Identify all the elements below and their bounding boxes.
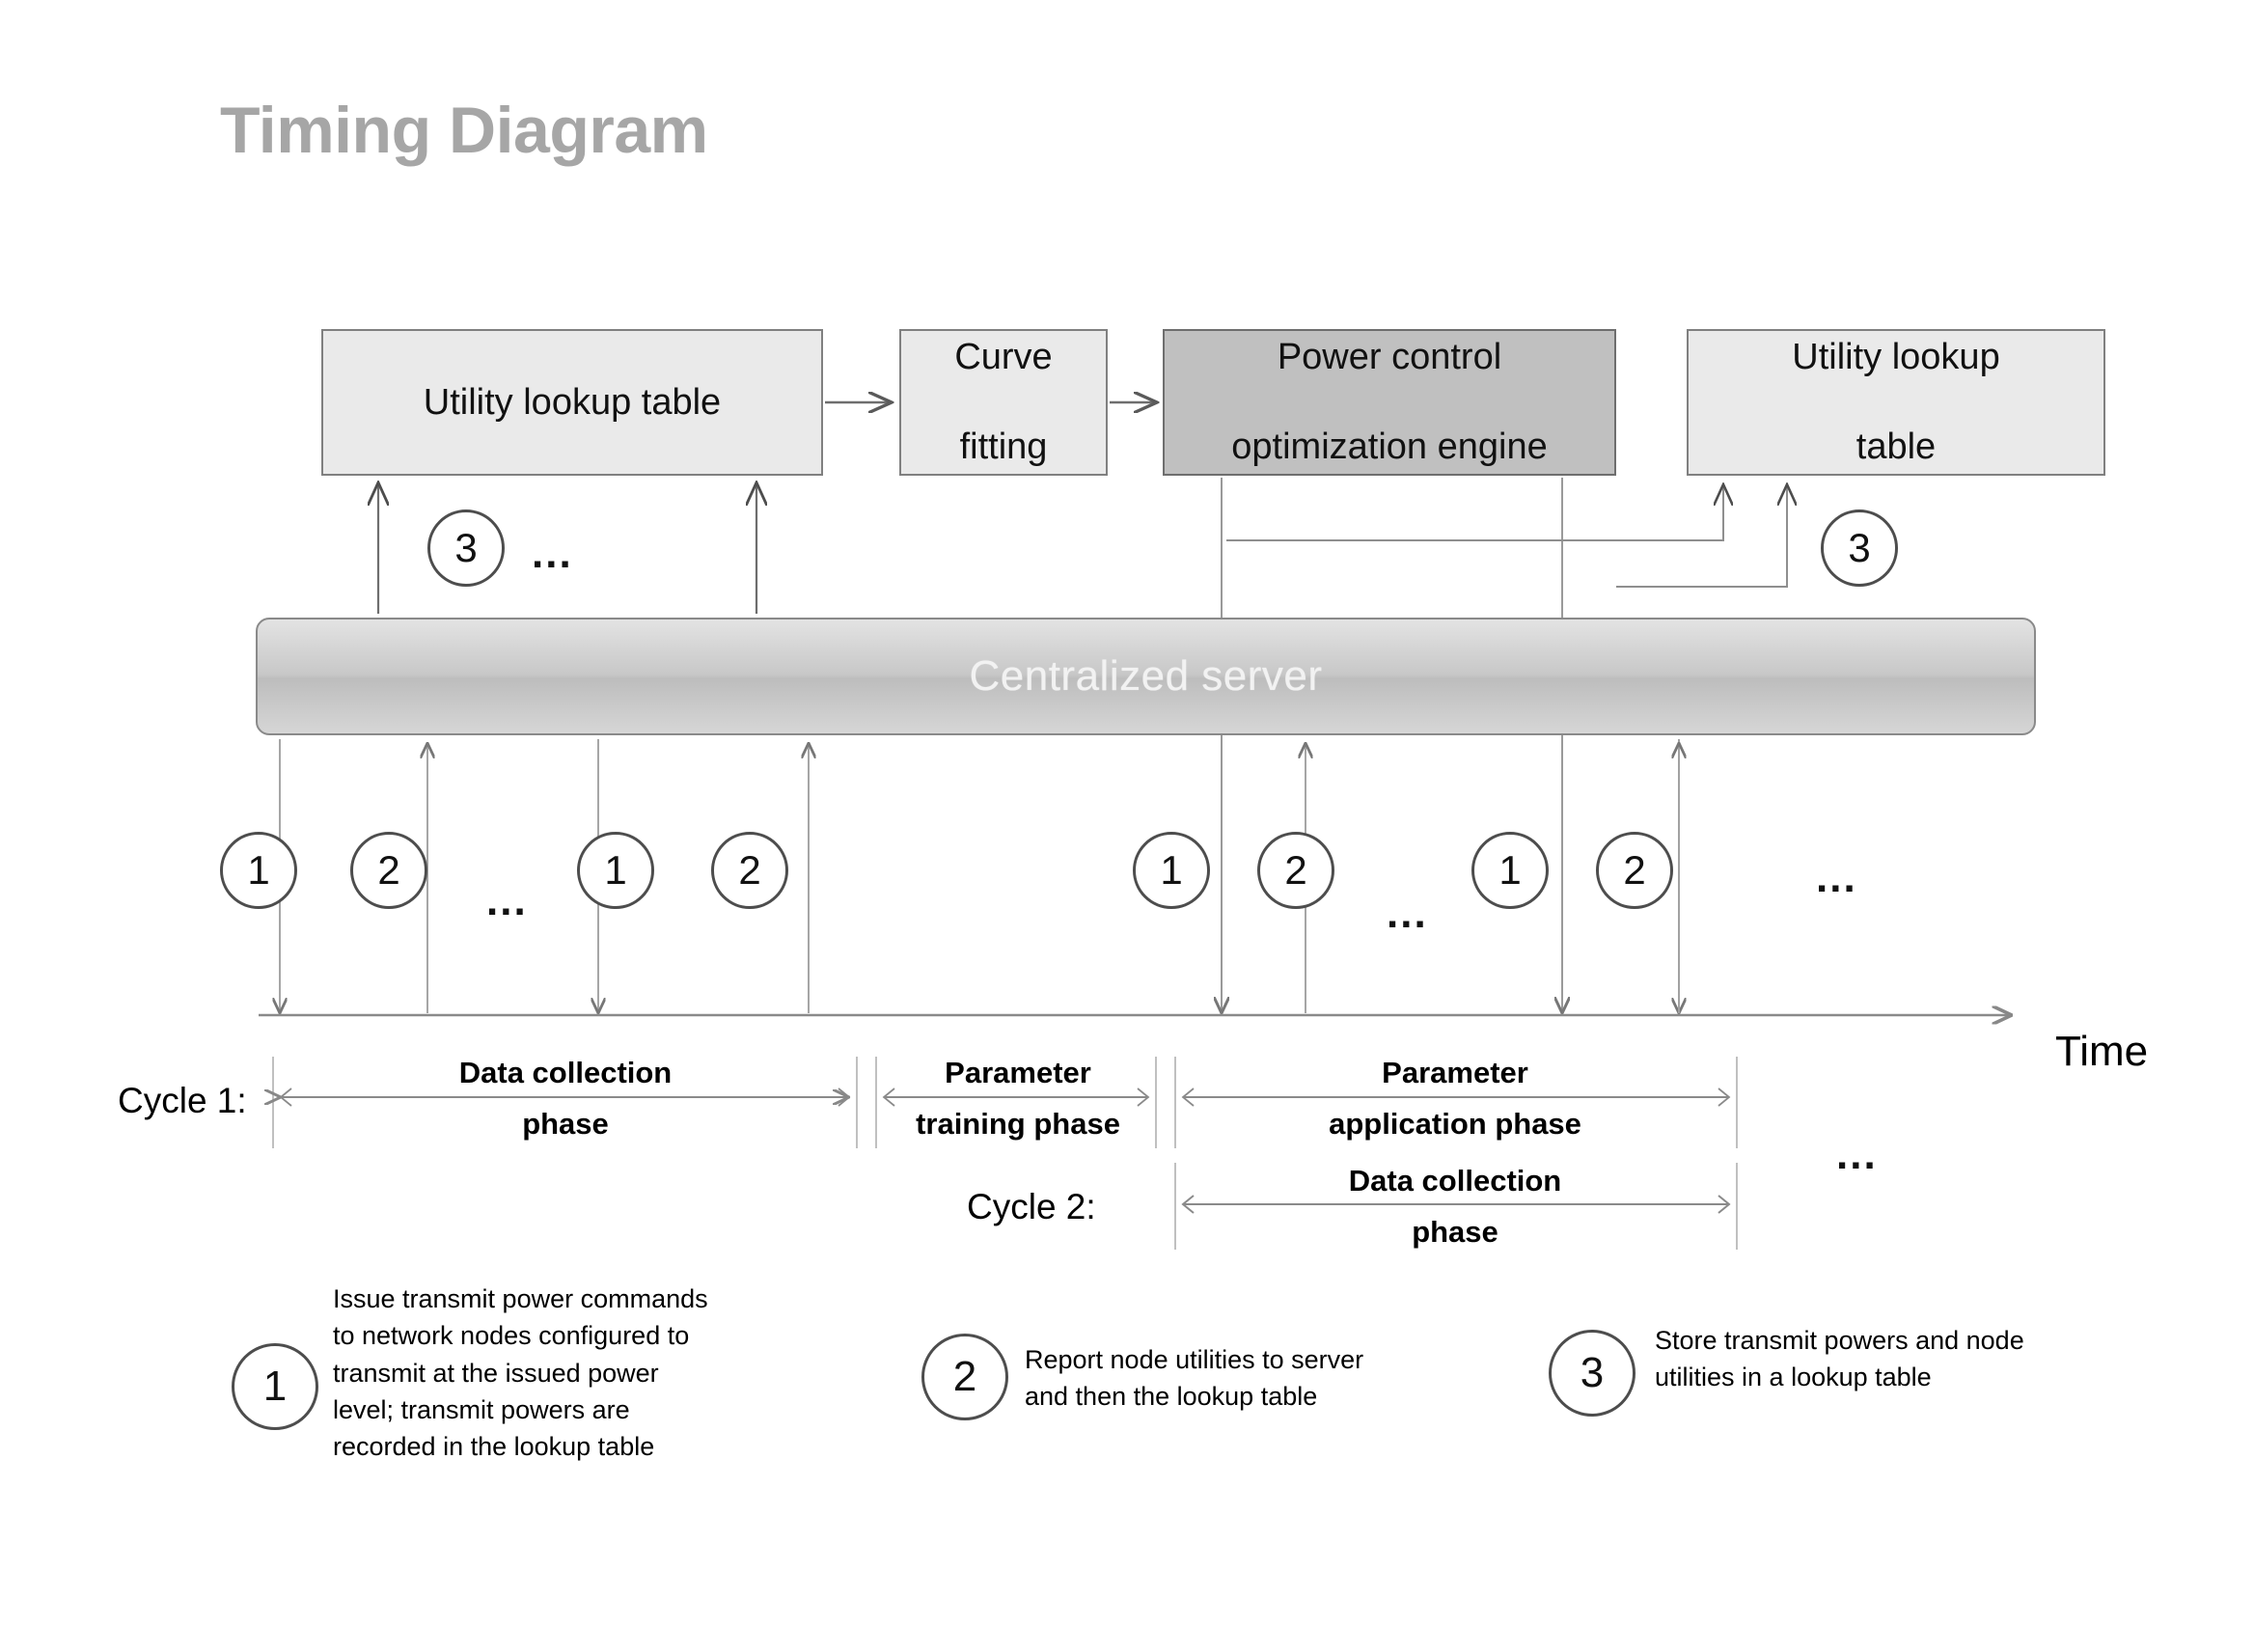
utility-lookup-table-box-1[interactable]: Utility lookup table — [321, 329, 823, 476]
legend-1-line-1: to network nodes configured to — [333, 1321, 690, 1351]
curve-fitting-label-line2: fitting — [959, 427, 1048, 468]
step-marker-3-left-label: 3 — [454, 525, 478, 570]
legend-text-1: Issue transmit power commands to network… — [333, 1280, 835, 1466]
utility-lookup-table-box-2[interactable]: Utility lookup table — [1687, 329, 2105, 476]
power-control-label: Power control optimization engine — [1212, 335, 1566, 469]
sequence-marker-1b: 1 — [577, 832, 654, 909]
sequence-marker-2c: 2 — [1257, 832, 1334, 909]
legend-text-2: Report node utilities to server and then… — [1025, 1341, 1526, 1416]
legend-1-line-0: Issue transmit power commands — [333, 1284, 708, 1313]
legend-marker-3-label: 3 — [1580, 1349, 1605, 1396]
time-axis-label: Time — [2055, 1028, 2149, 1075]
sequence-marker-1a-label: 1 — [247, 847, 270, 893]
power-control-label-line1: Power control — [1277, 337, 1502, 378]
power-control-label-line2: optimization engine — [1231, 427, 1548, 468]
phase-data-collection-2-line2: phase — [1412, 1215, 1498, 1250]
utility-lookup-table-2-line1: Utility lookup — [1792, 337, 2000, 378]
phase-data-collection-1-line1: Data collection — [458, 1056, 673, 1089]
phase-parameter-application-line1: Parameter — [1382, 1056, 1528, 1089]
sequence-marker-1b-label: 1 — [604, 847, 627, 893]
legend-marker-2: 2 — [921, 1334, 1008, 1420]
utility-lookup-table-label-1: Utility lookup table — [423, 381, 722, 423]
legend-1-line-2: transmit at the issued power — [333, 1358, 659, 1388]
step-marker-3-left: 3 — [427, 509, 505, 587]
legend-text-3: Store transmit powers and node utilities… — [1655, 1322, 2176, 1396]
cycle-1-label: Cycle 1: — [118, 1081, 247, 1120]
sequence-marker-2b: 2 — [711, 832, 788, 909]
phase-parameter-training-line2: training phase — [916, 1107, 1120, 1142]
legend-2-line-1: and then the lookup table — [1025, 1382, 1318, 1412]
legend-marker-3: 3 — [1549, 1330, 1636, 1417]
phase-data-collection-1-line2: phase — [522, 1107, 609, 1142]
legend-marker-1: 1 — [232, 1343, 318, 1430]
page-title: Timing Diagram — [220, 94, 708, 167]
ellipsis-seq-3: ... — [1816, 854, 1857, 901]
legend-2-line-0: Report node utilities to server — [1025, 1345, 1364, 1374]
ellipsis-seq-2: ... — [1387, 890, 1428, 937]
legend-1-line-3: level; transmit powers are — [333, 1394, 630, 1424]
curve-fitting-label-line1: Curve — [954, 337, 1053, 378]
sequence-marker-1a: 1 — [220, 832, 297, 909]
legend-marker-1-label: 1 — [262, 1363, 288, 1410]
sequence-marker-2d-label: 2 — [1623, 847, 1646, 893]
sequence-marker-1d-label: 1 — [1498, 847, 1522, 893]
sequence-marker-2b-label: 2 — [738, 847, 761, 893]
legend-marker-2-label: 2 — [952, 1353, 977, 1400]
curve-fitting-box[interactable]: Curve fitting — [899, 329, 1108, 476]
step-marker-3-right: 3 — [1821, 509, 1898, 587]
sequence-marker-2d: 2 — [1596, 832, 1673, 909]
legend-3-line-1: utilities in a lookup table — [1655, 1363, 1932, 1392]
sequence-marker-2a-label: 2 — [377, 847, 400, 893]
curve-fitting-label: Curve fitting — [935, 335, 1071, 469]
utility-lookup-table-label-2: Utility lookup table — [1773, 335, 2019, 469]
phase-data-collection-2-line1: Data collection — [1348, 1164, 1562, 1198]
centralized-server-label: Centralized server — [969, 652, 1323, 700]
sequence-marker-2a: 2 — [350, 832, 427, 909]
utility-lookup-table-2-line2: table — [1855, 427, 1937, 468]
sequence-marker-1c-label: 1 — [1160, 847, 1183, 893]
step-marker-3-right-label: 3 — [1848, 525, 1871, 570]
phase-data-collection-2: Data collection phase — [1185, 1163, 1725, 1250]
phase-parameter-training-line1: Parameter — [945, 1056, 1091, 1089]
phase-parameter-application-line2: application phase — [1329, 1107, 1581, 1142]
phase-parameter-application: Parameter application phase — [1185, 1055, 1725, 1142]
ellipsis-seq-1: ... — [486, 877, 528, 924]
phase-parameter-training: Parameter training phase — [881, 1055, 1155, 1142]
timing-diagram-canvas: Timing Diagram Utility lookup table Curv… — [0, 0, 2254, 1652]
cycle-2-label: Cycle 2: — [967, 1187, 1096, 1226]
power-control-optimization-engine-box[interactable]: Power control optimization engine — [1163, 329, 1616, 476]
legend-1-line-4: recorded in the lookup table — [333, 1432, 655, 1462]
sequence-marker-2c-label: 2 — [1284, 847, 1307, 893]
sequence-marker-1d: 1 — [1471, 832, 1549, 909]
ellipsis-cycle-trailing: ... — [1836, 1131, 1878, 1178]
ellipsis-top-left: ... — [532, 530, 573, 577]
sequence-marker-1c: 1 — [1133, 832, 1210, 909]
phase-data-collection-1: Data collection phase — [324, 1055, 807, 1142]
legend-3-line-0: Store transmit powers and node — [1655, 1326, 2024, 1355]
centralized-server-bar[interactable]: Centralized server — [256, 618, 2036, 735]
